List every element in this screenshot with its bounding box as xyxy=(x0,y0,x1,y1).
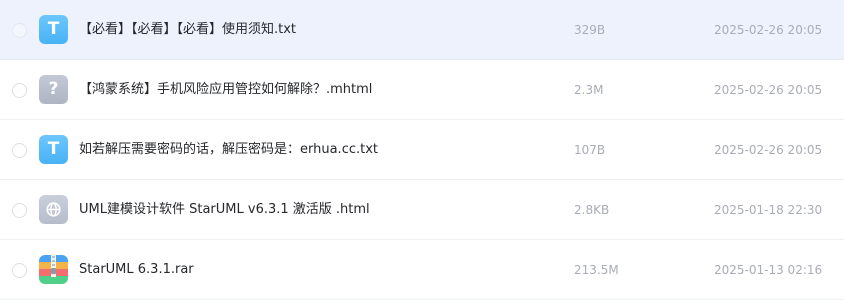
file-row[interactable]: UML建模设计软件 StarUML v6.3.1 激活版 .html 2.8KB… xyxy=(0,180,844,240)
txt-file-icon: T xyxy=(39,15,68,44)
row-checkbox[interactable] xyxy=(12,143,27,158)
globe-icon xyxy=(46,202,61,217)
file-date: 2025-01-13 02:16 xyxy=(714,263,823,277)
txt-file-icon: T xyxy=(39,135,68,164)
file-name[interactable]: StarUML 6.3.1.rar xyxy=(79,240,194,300)
file-name[interactable]: 【必看】【必看】【必看】使用须知.txt xyxy=(79,0,296,60)
row-checkbox[interactable] xyxy=(12,23,27,38)
file-date: 2025-02-26 20:05 xyxy=(714,23,823,37)
unknown-file-icon: ? xyxy=(39,75,68,104)
zip-stripes-icon xyxy=(39,255,68,284)
row-checkbox[interactable] xyxy=(12,263,27,278)
html-file-icon xyxy=(39,195,68,224)
file-date: 2025-02-26 20:05 xyxy=(714,143,823,157)
row-checkbox[interactable] xyxy=(12,83,27,98)
file-size: 107B xyxy=(574,143,606,157)
file-list: T 【必看】【必看】【必看】使用须知.txt 329B 2025-02-26 2… xyxy=(0,0,844,300)
file-size: 2.8KB xyxy=(574,203,610,217)
file-name[interactable]: 【鸿蒙系统】手机风险应用管控如何解除？.mhtml xyxy=(79,60,372,120)
file-size: 329B xyxy=(574,23,606,37)
row-checkbox[interactable] xyxy=(12,203,27,218)
file-name[interactable]: 如若解压需要密码的话，解压密码是：erhua.cc.txt xyxy=(79,120,378,180)
file-date: 2025-02-26 20:05 xyxy=(714,83,823,97)
file-row[interactable]: StarUML 6.3.1.rar 213.5M 2025-01-13 02:1… xyxy=(0,240,844,300)
file-size: 213.5M xyxy=(574,263,619,277)
file-row[interactable]: ? 【鸿蒙系统】手机风险应用管控如何解除？.mhtml 2.3M 2025-02… xyxy=(0,60,844,120)
file-name[interactable]: UML建模设计软件 StarUML v6.3.1 激活版 .html xyxy=(79,180,370,240)
file-date: 2025-01-18 22:30 xyxy=(714,203,823,217)
archive-file-icon xyxy=(39,255,68,284)
file-row[interactable]: T 如若解压需要密码的话，解压密码是：erhua.cc.txt 107B 202… xyxy=(0,120,844,180)
file-row[interactable]: T 【必看】【必看】【必看】使用须知.txt 329B 2025-02-26 2… xyxy=(0,0,844,60)
file-size: 2.3M xyxy=(574,83,604,97)
